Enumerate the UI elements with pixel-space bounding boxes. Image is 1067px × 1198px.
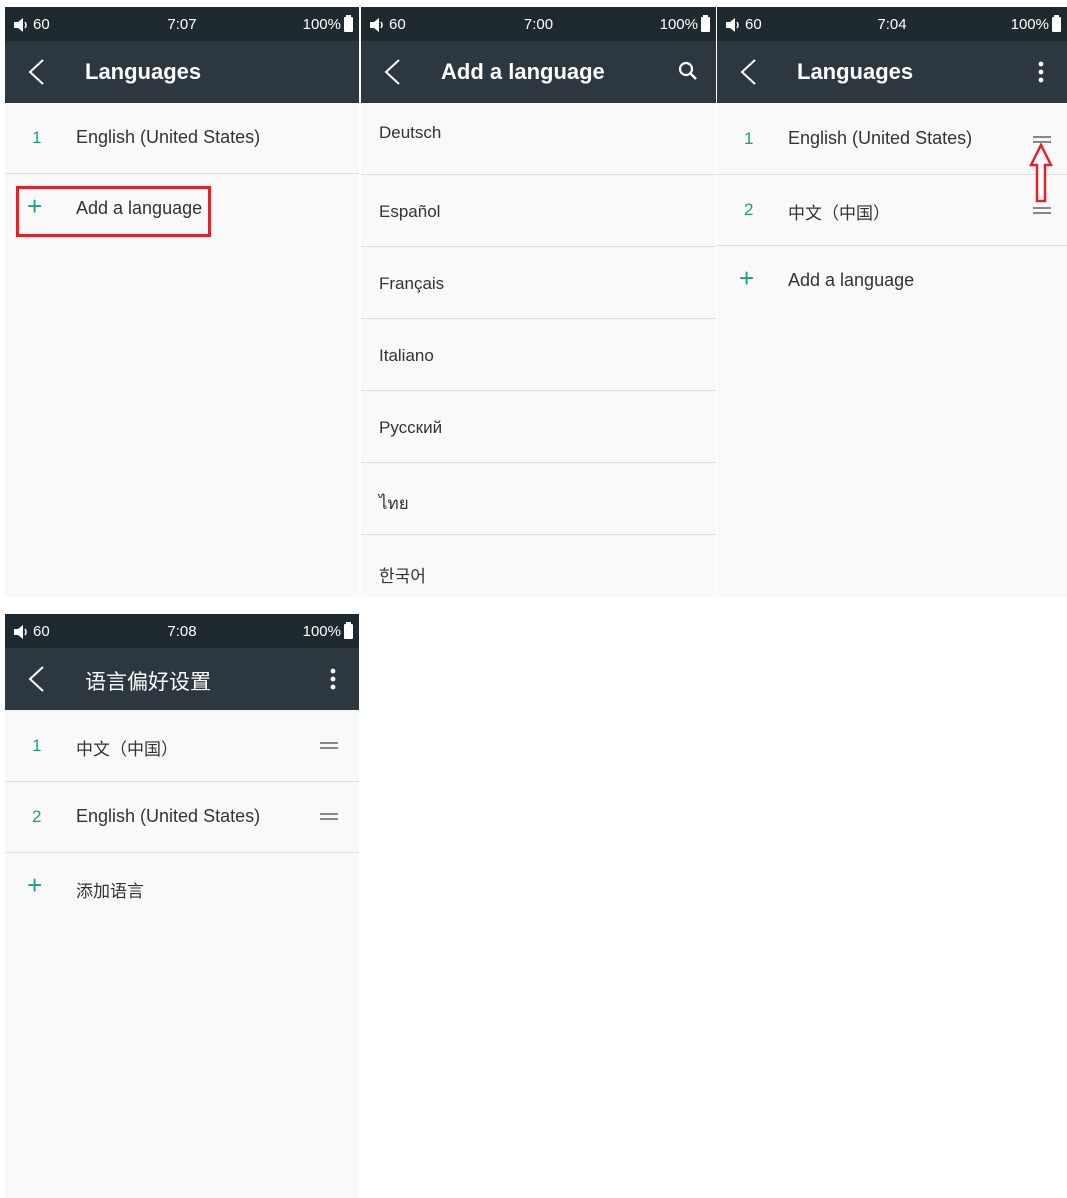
language-option-label: Deutsch	[379, 123, 442, 142]
battery-level: 100%	[659, 16, 698, 33]
language-option-label: ไทย	[379, 494, 409, 514]
back-arrow-icon[interactable]	[381, 59, 407, 85]
battery-indicator: 100%	[659, 15, 710, 33]
battery-level: 100%	[302, 623, 341, 640]
language-rank: 2	[32, 807, 42, 826]
status-bar: 60 7:00 100%	[361, 7, 716, 41]
language-option[interactable]: ไทย	[361, 463, 716, 535]
language-row[interactable]: 2 English (United States)	[5, 782, 359, 853]
battery-icon	[344, 15, 353, 32]
language-rank: 1	[32, 128, 42, 147]
battery-indicator: 100%	[302, 15, 353, 33]
screen-languages-chinese: 60 7:08 100% 语言偏好设置 1 中文（中国） 2 English (…	[5, 614, 359, 1198]
language-rank: 1	[32, 736, 42, 755]
language-row[interactable]: 1 English (United States)	[717, 104, 1067, 175]
plus-icon: +	[27, 870, 43, 900]
add-language-label: 添加语言	[76, 882, 144, 902]
language-option-label: 한국어	[379, 567, 426, 587]
plus-icon: +	[739, 263, 755, 293]
battery-indicator: 100%	[302, 622, 353, 640]
app-bar: Languages	[5, 41, 359, 103]
page-title: Languages	[797, 59, 914, 84]
add-language-row[interactable]: + 添加语言	[5, 853, 359, 923]
language-option-label: Español	[379, 202, 441, 221]
highlight-annotation	[16, 186, 211, 237]
language-option[interactable]: Italiano	[361, 319, 716, 391]
battery-indicator: 100%	[1010, 15, 1061, 33]
language-option[interactable]: Español	[361, 175, 716, 247]
language-option[interactable]: Русский	[361, 391, 716, 463]
app-bar: Add a language	[361, 41, 716, 103]
battery-icon	[344, 622, 353, 639]
app-bar: 语言偏好设置	[5, 648, 359, 710]
up-arrow-annotation-icon	[1029, 143, 1053, 203]
add-language-row[interactable]: + Add a language	[717, 246, 1067, 316]
language-label: 中文（中国）	[76, 740, 178, 760]
back-arrow-icon[interactable]	[25, 59, 51, 85]
search-icon[interactable]	[676, 59, 700, 85]
screen-languages-1: 60 7:07 100% Languages 1 English (United…	[5, 7, 359, 597]
language-label: English (United States)	[788, 128, 973, 148]
language-row[interactable]: 1 中文（中国）	[5, 711, 359, 782]
more-vert-icon[interactable]	[1029, 59, 1053, 85]
language-rank: 1	[744, 129, 754, 148]
add-language-label: Add a language	[788, 270, 915, 290]
drag-handle-icon[interactable]	[1033, 207, 1051, 214]
drag-handle-icon[interactable]	[1033, 136, 1051, 143]
language-option-label: Русский	[379, 418, 443, 437]
language-option[interactable]: 한국어	[361, 535, 716, 597]
language-option-label: Italiano	[379, 346, 434, 365]
language-option[interactable]: Deutsch	[361, 103, 716, 175]
language-label: English (United States)	[76, 806, 261, 826]
status-bar: 60 7:04 100%	[717, 7, 1067, 41]
language-option-label: Français	[379, 274, 445, 293]
back-arrow-icon[interactable]	[25, 666, 51, 692]
drag-handle-icon[interactable]	[320, 742, 338, 749]
battery-icon	[1052, 15, 1061, 32]
language-rank: 2	[744, 200, 754, 219]
screen-languages-2: 60 7:04 100% Languages 1 English (United…	[717, 7, 1067, 597]
language-row[interactable]: 1 English (United States)	[5, 103, 359, 174]
battery-level: 100%	[1010, 16, 1049, 33]
more-vert-icon[interactable]	[321, 666, 345, 692]
battery-level: 100%	[302, 16, 341, 33]
page-title: Languages	[85, 59, 202, 84]
language-label: 中文（中国）	[788, 204, 890, 224]
back-arrow-icon[interactable]	[737, 59, 763, 85]
battery-icon	[701, 15, 710, 32]
drag-handle-icon[interactable]	[320, 813, 338, 820]
page-title: 语言偏好设置	[85, 670, 211, 694]
language-row[interactable]: 2 中文（中国）	[717, 175, 1067, 246]
screen-add-language: 60 7:00 100% Add a language Deutsch Espa…	[361, 7, 716, 597]
status-bar: 60 7:07 100%	[5, 7, 359, 41]
app-bar: Languages	[717, 41, 1067, 103]
page-title: Add a language	[441, 59, 605, 84]
status-bar: 60 7:08 100%	[5, 614, 359, 648]
language-label: English (United States)	[76, 127, 261, 147]
language-option[interactable]: Français	[361, 247, 716, 319]
